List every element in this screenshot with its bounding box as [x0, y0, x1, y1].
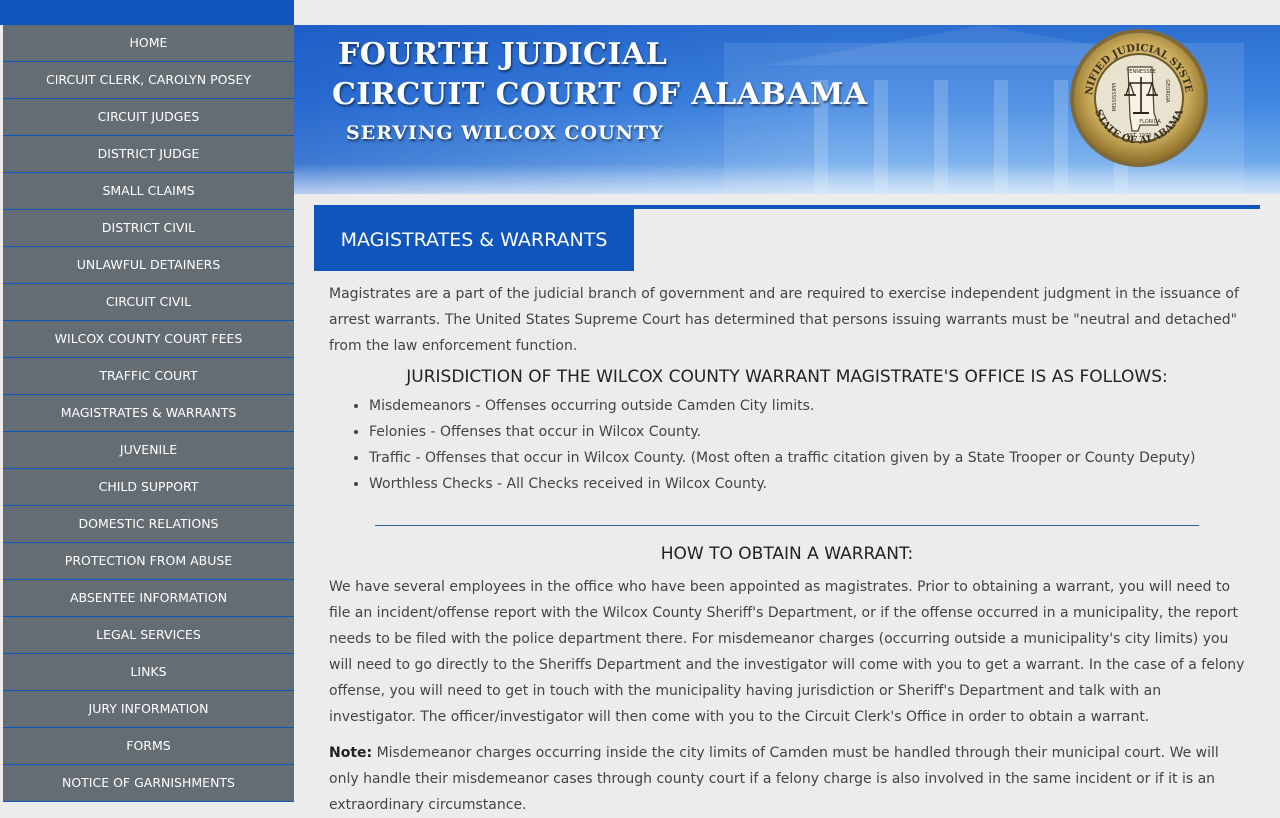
- banner-subtitle: SERVING WILCOX COUNTY: [346, 122, 664, 144]
- seal-year: EST. 1973: [1127, 133, 1152, 139]
- sidebar: HOME CIRCUIT CLERK, CAROLYN POSEY CIRCUI…: [0, 0, 294, 802]
- section-divider: [375, 525, 1199, 526]
- nav-item-jury-information[interactable]: JURY INFORMATION: [3, 691, 294, 728]
- intro-paragraph: Magistrates are a part of the judicial b…: [329, 286, 1239, 354]
- how-to-heading: HOW TO OBTAIN A WARRANT:: [660, 544, 914, 564]
- seal-state-label: TENNESSEE: [1125, 69, 1156, 75]
- nav-item-protection-from-abuse[interactable]: PROTECTION FROM ABUSE: [3, 543, 294, 580]
- list-item: Traffic - Offenses that occur in Wilcox …: [369, 445, 1245, 471]
- how-to-paragraph: We have several employees in the office …: [329, 579, 1245, 725]
- jurisdiction-heading: JURISDICTION OF THE WILCOX COUNTY WARRAN…: [406, 367, 1168, 387]
- nav-item-unlawful-detainers[interactable]: UNLAWFUL DETAINERS: [3, 247, 294, 284]
- sidebar-top-bar: [0, 0, 294, 25]
- list-item: Misdemeanors - Offenses occurring outsid…: [369, 393, 1245, 419]
- note-label: Note:: [329, 745, 373, 761]
- nav-item-circuit-clerk[interactable]: CIRCUIT CLERK, CAROLYN POSEY: [3, 62, 294, 99]
- list-item: Felonies - Offenses that occur in Wilcox…: [369, 419, 1245, 445]
- nav-item-links[interactable]: LINKS: [3, 654, 294, 691]
- nav-item-child-support[interactable]: CHILD SUPPORT: [3, 469, 294, 506]
- nav-item-forms[interactable]: FORMS: [3, 728, 294, 765]
- nav-item-legal-services[interactable]: LEGAL SERVICES: [3, 617, 294, 654]
- judicial-seal-logo: UNIFIED JUDICIAL SYSTEM STATE OF ALABAMA…: [1068, 27, 1208, 167]
- nav-item-traffic-court[interactable]: TRAFFIC COURT: [3, 358, 294, 395]
- note-text: Misdemeanor charges occurring inside the…: [329, 745, 1219, 813]
- nav-item-home[interactable]: HOME: [3, 25, 294, 62]
- nav-item-district-civil[interactable]: DISTRICT CIVIL: [3, 210, 294, 247]
- nav-item-notice-of-garnishments[interactable]: NOTICE OF GARNISHMENTS: [3, 765, 294, 802]
- nav-item-court-fees[interactable]: WILCOX COUNTY COURT FEES: [3, 321, 294, 358]
- nav-item-district-judge[interactable]: DISTRICT JUDGE: [3, 136, 294, 173]
- note-paragraph: Note: Misdemeanor charges occurring insi…: [329, 740, 1245, 818]
- seal-state-label: MISSISSIPPI: [1112, 83, 1118, 112]
- seal-state-label: GEORGIA: [1164, 79, 1170, 103]
- nav-item-circuit-civil[interactable]: CIRCUIT CIVIL: [3, 284, 294, 321]
- list-item: Worthless Checks - All Checks received i…: [369, 471, 1245, 497]
- page-title: MAGISTRATES & WARRANTS: [314, 209, 634, 271]
- nav-item-circuit-judges[interactable]: CIRCUIT JUDGES: [3, 99, 294, 136]
- main-content: MAGISTRATES & WARRANTS Magistrates are a…: [314, 205, 1260, 818]
- banner-title-line-1: FOURTH JUDICIAL: [338, 37, 668, 72]
- nav-item-small-claims[interactable]: SMALL CLAIMS: [3, 173, 294, 210]
- nav-item-absentee-information[interactable]: ABSENTEE INFORMATION: [3, 580, 294, 617]
- seal-state-label: FLORIDA: [1139, 119, 1161, 125]
- nav-item-domestic-relations[interactable]: DOMESTIC RELATIONS: [3, 506, 294, 543]
- article: Magistrates are a part of the judicial b…: [314, 281, 1260, 818]
- nav-item-magistrates-warrants[interactable]: MAGISTRATES & WARRANTS: [3, 395, 294, 432]
- jurisdiction-list: Misdemeanors - Offenses occurring outsid…: [329, 393, 1245, 497]
- sidebar-nav: HOME CIRCUIT CLERK, CAROLYN POSEY CIRCUI…: [0, 25, 294, 802]
- nav-item-juvenile[interactable]: JUVENILE: [3, 432, 294, 469]
- site-banner: FOURTH JUDICIAL CIRCUIT COURT OF ALABAMA…: [294, 25, 1280, 194]
- banner-title-line-2: CIRCUIT COURT OF ALABAMA: [332, 77, 868, 112]
